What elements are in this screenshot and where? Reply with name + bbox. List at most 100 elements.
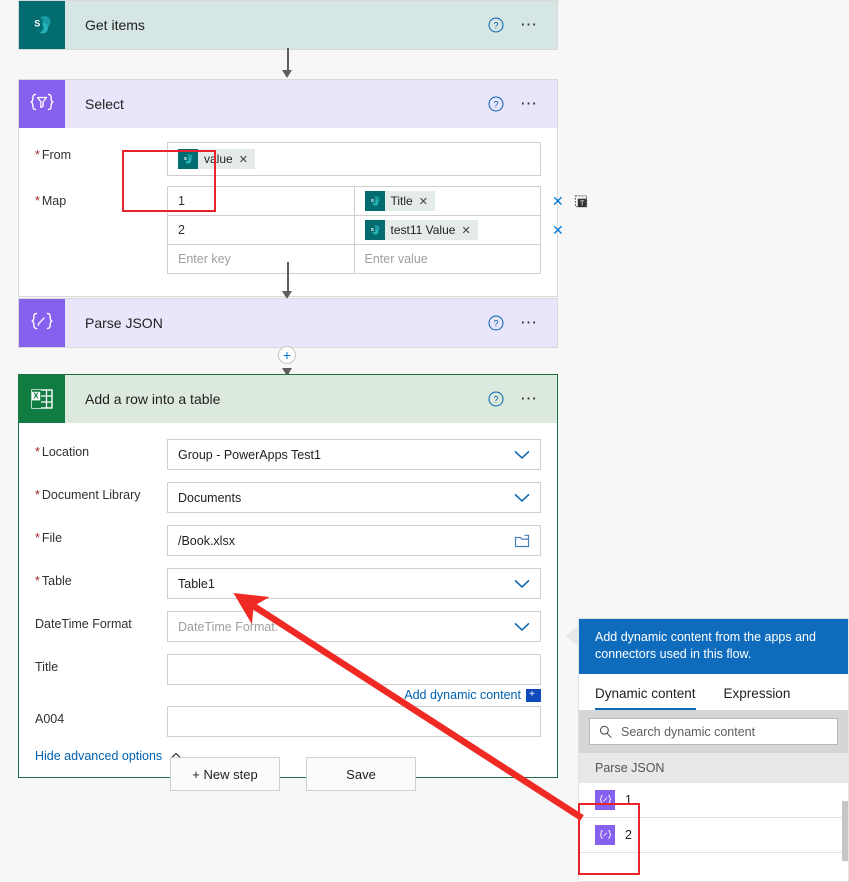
map-row-actions: ✕ T	[540, 187, 589, 215]
required-marker: *	[35, 531, 40, 545]
annotation-box-map-keys	[122, 150, 216, 212]
new-step-button[interactable]: + New step	[170, 757, 280, 791]
svg-text:S: S	[34, 18, 40, 28]
svg-text:X: X	[33, 392, 39, 401]
tab-expression[interactable]: Expression	[724, 686, 791, 710]
svg-text:?: ?	[493, 21, 498, 31]
field-label: * Location	[35, 445, 90, 459]
card-header-get-items[interactable]: S Get items ? ⋯	[19, 1, 557, 49]
ellipsis-icon[interactable]: ⋯	[520, 390, 539, 407]
card-title: Select	[85, 96, 124, 112]
map-row[interactable]: 2 S test11 Value ✕ ✕	[168, 216, 564, 245]
chevron-down-icon[interactable]	[514, 579, 530, 589]
switch-text-mode-icon[interactable]: T	[574, 194, 589, 209]
help-icon[interactable]: ?	[488, 96, 504, 112]
field-a004: A004	[35, 706, 541, 737]
close-icon[interactable]: ✕	[239, 153, 255, 166]
card-title: Add a row into a table	[85, 391, 221, 407]
delete-row-icon[interactable]: ✕	[552, 223, 564, 237]
add-dynamic-content-icon[interactable]: +	[526, 688, 541, 702]
field-map: * Map 1 S Title ✕ ✕ T 2 S test11 Value ✕…	[35, 186, 587, 274]
field-title: Title Add dynamic content +	[35, 654, 541, 702]
field-datetime-format: DateTime Format DateTime Format.	[35, 611, 541, 642]
required-marker: *	[35, 194, 40, 208]
dynamic-token[interactable]: S test11 Value ✕	[364, 220, 478, 240]
svg-text:?: ?	[493, 395, 498, 405]
panel-search-area: Search dynamic content	[579, 710, 848, 753]
ellipsis-icon[interactable]: ⋯	[520, 314, 539, 331]
from-input[interactable]: S value ✕	[167, 142, 541, 176]
map-key-input[interactable]: Enter key	[168, 245, 355, 273]
close-icon[interactable]: ✕	[419, 195, 435, 208]
panel-banner: Add dynamic content from the apps and co…	[579, 619, 848, 674]
dynamic-token[interactable]: S Title ✕	[364, 191, 435, 211]
map-row-empty[interactable]: Enter key Enter value	[168, 245, 540, 273]
flow-card-add-row-into-table[interactable]: X Add a row into a table ? ⋯ * Location …	[18, 374, 558, 778]
annotation-box-dynamic-items	[578, 803, 640, 875]
field-label: * Document Library	[35, 488, 141, 502]
flow-designer-canvas: S Get items ? ⋯ Select ? ⋯ * From S valu…	[0, 0, 849, 882]
field-label: * File	[35, 531, 63, 545]
required-marker: *	[35, 488, 40, 502]
close-icon[interactable]: ✕	[461, 224, 477, 237]
svg-text:T: T	[580, 200, 585, 207]
ellipsis-icon[interactable]: ⋯	[520, 16, 539, 33]
title-input[interactable]	[167, 654, 541, 685]
card-header-select[interactable]: Select ? ⋯	[19, 80, 557, 128]
add-dynamic-content-label: Add dynamic content	[404, 688, 521, 702]
field-placeholder: DateTime Format.	[178, 619, 279, 634]
file-picker-icon[interactable]	[514, 534, 530, 548]
token-label: test11 Value	[390, 223, 456, 237]
field-label: Title	[35, 660, 59, 674]
help-icon[interactable]: ?	[488, 17, 504, 33]
card-title: Parse JSON	[85, 315, 163, 331]
field-value: Documents	[178, 490, 242, 505]
search-placeholder: Search dynamic content	[621, 724, 756, 739]
help-icon[interactable]: ?	[488, 315, 504, 331]
tab-dynamic-content[interactable]: Dynamic content	[595, 686, 696, 710]
chevron-down-icon[interactable]	[514, 622, 530, 632]
insert-step-button[interactable]: +	[278, 346, 296, 364]
svg-text:?: ?	[493, 319, 498, 329]
panel-group-header: Parse JSON	[579, 753, 848, 783]
map-value-cell[interactable]: S Title ✕	[355, 187, 541, 215]
excel-icon: X	[19, 375, 65, 423]
table-dropdown[interactable]: Table1	[167, 568, 541, 599]
ellipsis-icon[interactable]: ⋯	[520, 95, 539, 112]
datetime-format-dropdown[interactable]: DateTime Format.	[167, 611, 541, 642]
map-value-input[interactable]: Enter value	[355, 245, 541, 273]
document-library-dropdown[interactable]: Documents	[167, 482, 541, 513]
card-header-parse-json[interactable]: Parse JSON ? ⋯	[19, 299, 557, 347]
add-dynamic-content-link[interactable]: Add dynamic content +	[167, 688, 541, 702]
location-dropdown[interactable]: Group - PowerApps Test1	[167, 439, 541, 470]
flow-card-get-items[interactable]: S Get items ? ⋯	[18, 0, 558, 50]
map-key-cell[interactable]: 2	[168, 216, 355, 244]
flow-card-parse-json[interactable]: Parse JSON ? ⋯	[18, 298, 558, 348]
map-row[interactable]: 1 S Title ✕ ✕ T	[168, 187, 587, 216]
parse-json-icon	[19, 299, 65, 347]
sharepoint-icon: S	[364, 220, 385, 240]
card-header-add-row[interactable]: X Add a row into a table ? ⋯	[19, 375, 557, 423]
map-table: 1 S Title ✕ ✕ T 2 S test11 Value ✕ ✕ Ent…	[167, 186, 587, 274]
svg-text:?: ?	[493, 100, 498, 110]
help-icon[interactable]: ?	[488, 391, 504, 407]
field-value: /Book.xlsx	[178, 533, 235, 548]
token-label: Title	[390, 194, 413, 208]
select-filter-icon	[19, 80, 65, 128]
delete-row-icon[interactable]: ✕	[552, 194, 564, 208]
search-dynamic-content-input[interactable]: Search dynamic content	[589, 718, 838, 745]
chevron-down-icon[interactable]	[514, 493, 530, 503]
callout-pointer	[566, 625, 579, 647]
map-value-cell[interactable]: S test11 Value ✕	[355, 216, 541, 244]
file-input[interactable]: /Book.xlsx	[167, 525, 541, 556]
field-label: * Table	[35, 574, 72, 588]
a004-input[interactable]	[167, 706, 541, 737]
chevron-down-icon[interactable]	[514, 450, 530, 460]
field-value: Table1	[178, 576, 215, 591]
save-button[interactable]: Save	[306, 757, 416, 791]
field-document-library: * Document Library Documents	[35, 482, 541, 513]
field-label: DateTime Format	[35, 617, 132, 631]
hide-advanced-options-label: Hide advanced options	[35, 749, 163, 763]
sharepoint-icon: S	[364, 191, 385, 211]
panel-scrollbar[interactable]	[842, 801, 848, 861]
